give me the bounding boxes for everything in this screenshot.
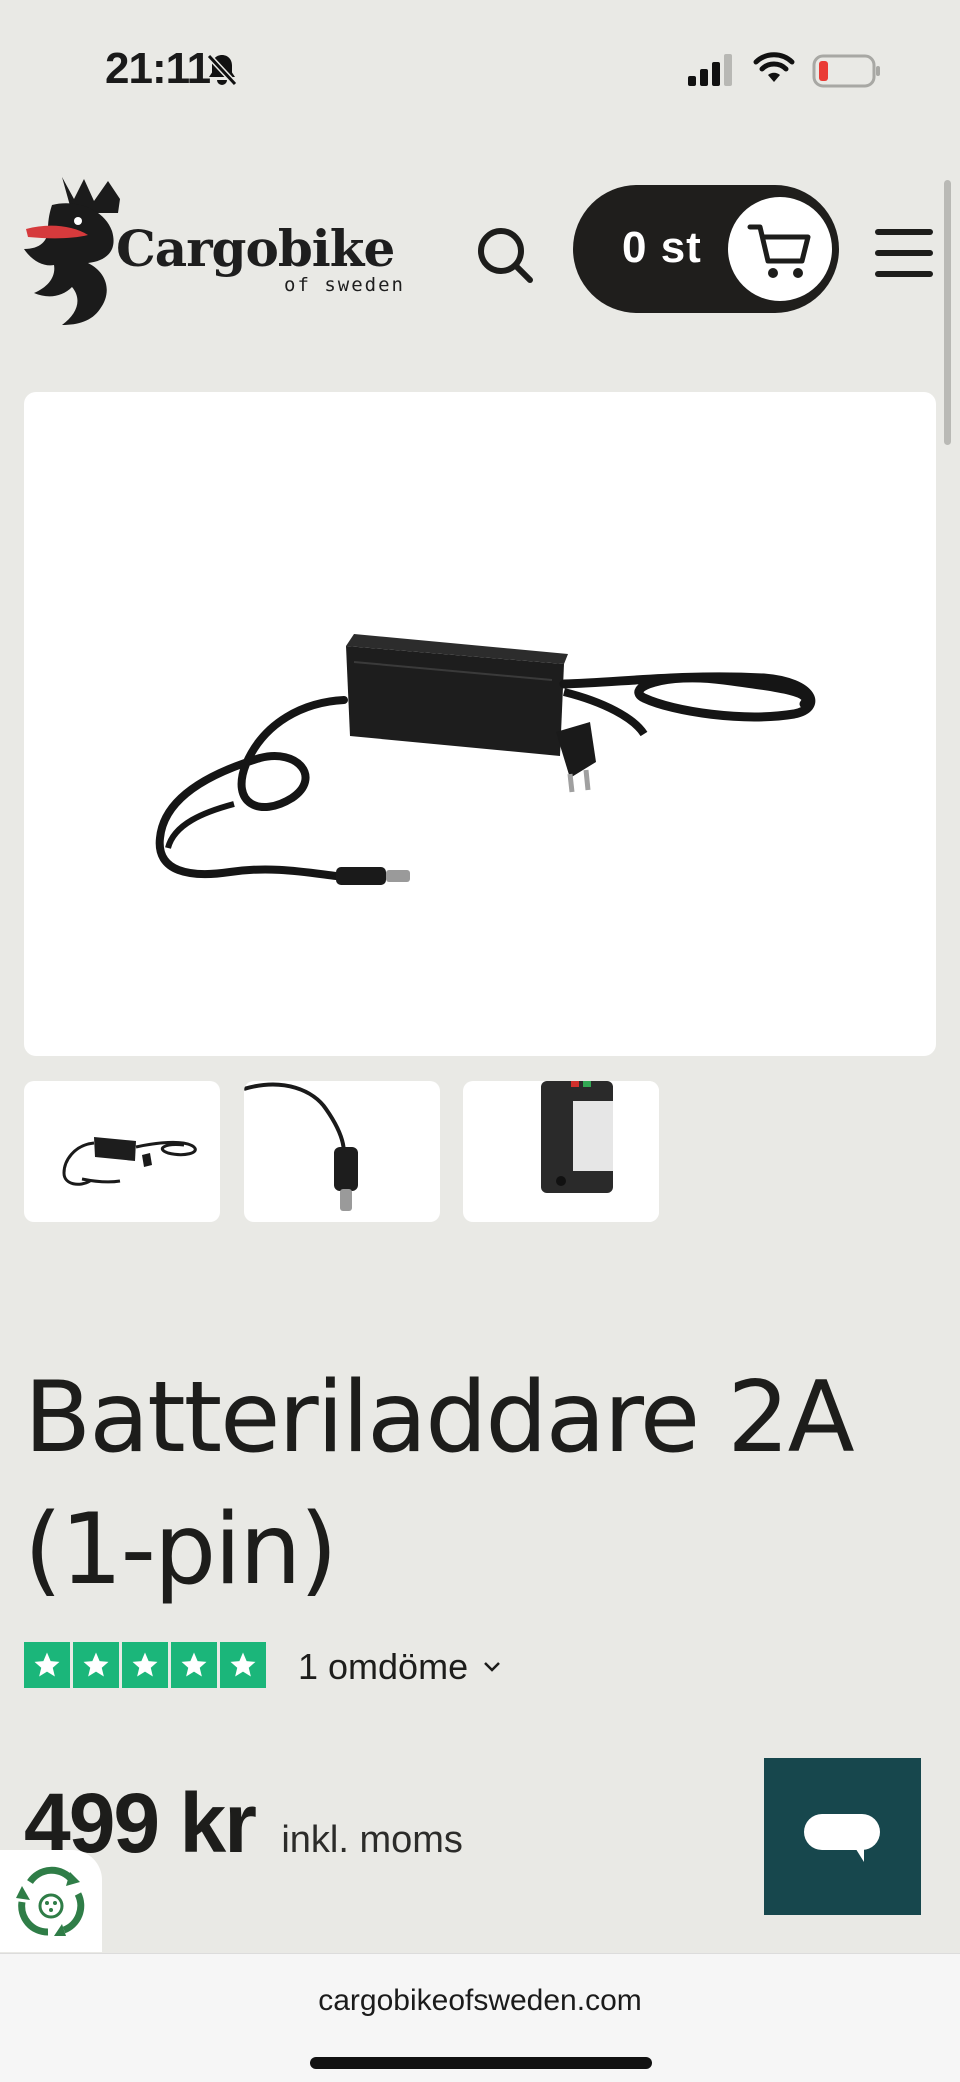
connector-thumbnail-image [244,1082,358,1211]
home-indicator[interactable] [310,2057,652,2069]
thumbnail-connector[interactable] [244,1081,440,1222]
thumbnail-charger[interactable] [24,1081,220,1222]
cargobike-logo[interactable]: Cargobike of sweden [22,165,412,330]
star-rating [24,1642,266,1688]
status-time: 21:11 [105,44,211,93]
charger-thumbnail-image [62,1137,197,1186]
url-text[interactable]: cargobikeofsweden.com [0,1984,960,2018]
cart-count: 0 st [622,223,702,272]
eco-badge[interactable] [0,1850,102,1952]
star-icon [171,1642,217,1688]
product-main-image[interactable] [24,392,936,1056]
cellular-signal-icon [688,54,732,86]
recycle-icon [16,1866,85,1936]
chevron-down-icon [484,1662,500,1672]
hamburger-menu-icon [875,229,933,277]
search-icon [478,228,533,283]
browser-url-bar[interactable]: cargobikeofsweden.com [0,1953,960,2082]
review-count: 1 omdöme [298,1646,469,1687]
scrollbar[interactable] [944,180,951,445]
chat-bubble-icon [804,1814,880,1862]
search-button[interactable] [470,220,540,290]
battery-port-thumbnail-image [541,1081,659,1222]
review-count-toggle[interactable]: 1 omdöme [298,1646,502,1688]
battery-charger-photo [155,634,816,885]
battery-low-icon [812,54,880,88]
bell-slash-icon [206,53,238,87]
logo-name: Cargobike [116,219,395,278]
cart-icon-circle [728,197,832,301]
cart-icon [747,224,811,278]
star-icon [220,1642,266,1688]
wifi-icon [753,52,795,82]
logo-tagline: of sweden [284,274,405,296]
star-icon [73,1642,119,1688]
star-icon [122,1642,168,1688]
site-header: Cargobike of sweden 0 st [0,165,960,335]
menu-button[interactable] [873,223,937,283]
thumbnail-battery-port[interactable] [463,1081,659,1222]
product-title: Batteriladdare 2A (1-pin) [24,1361,855,1607]
chat-button[interactable] [764,1758,921,1915]
status-bar: 21:11 [0,0,960,140]
price-vat-note: inkl. moms [281,1819,463,1861]
cart-button[interactable]: 0 st [573,185,839,313]
star-icon [24,1642,70,1688]
